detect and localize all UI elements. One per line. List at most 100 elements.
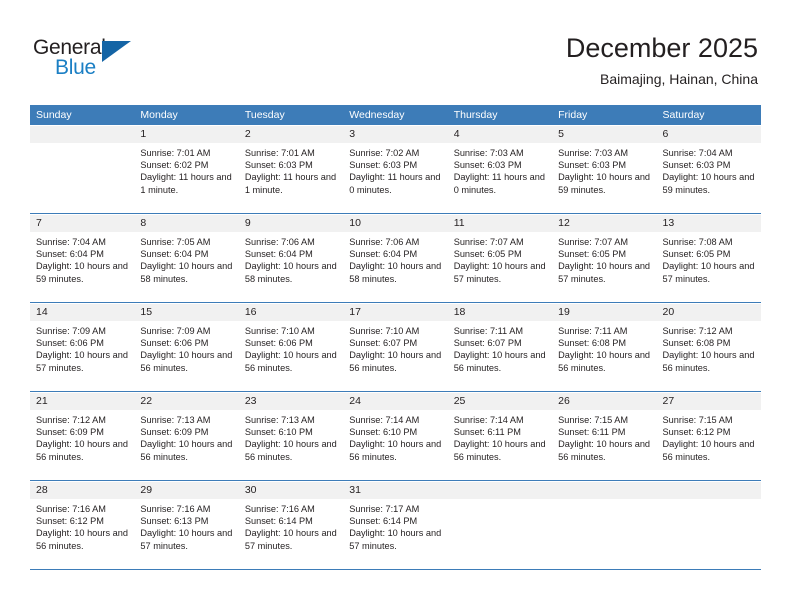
sunset-text: Sunset: 6:06 PM	[36, 338, 104, 349]
sunset-text: Sunset: 6:03 PM	[244, 160, 313, 171]
sunrise-text: Sunrise: 7:12 AM	[662, 326, 733, 336]
day-number: 9	[238, 215, 344, 232]
day-cell[interactable]: 6 Sunrise: 7:04 AM Sunset: 6:03 PM Daylight…	[656, 126, 761, 213]
day-cell[interactable]: 15 Sunrise: 7:09 AM Sunset: 6:06 PM Dayligh…	[134, 304, 239, 391]
day-cell[interactable]: 7 Sunrise: 7:04 AM Sunset: 6:04 PM Daylight…	[30, 215, 135, 302]
day-number: 26	[552, 393, 657, 410]
sunset-text: Sunset: 6:11 PM	[558, 427, 626, 438]
day-cell[interactable]: 25 Sunrise: 7:14 AM Sunset: 6:11 PM Dayligh…	[447, 393, 553, 480]
day-cell[interactable]: 4 Sunrise: 7:03 AM Sunset: 6:03 PM Daylight…	[447, 126, 553, 213]
daylight-text: Daylight: 10 hours and 56 minutes.	[140, 350, 233, 373]
sunrise-text: Sunrise: 7:11 AM	[558, 326, 628, 336]
day-details: Sunrise: 7:11 AM Sunset: 6:07 PM Daylight:…	[448, 321, 552, 374]
day-details: Sunrise: 7:16 AM Sunset: 6:12 PM Daylight:…	[30, 499, 134, 552]
day-cell[interactable]: 2 Sunrise: 7:01 AM Sunset: 6:03 PM Daylight…	[238, 126, 344, 213]
day-number: 28	[30, 482, 135, 499]
daylight-text: Daylight: 10 hours and 56 minutes.	[244, 439, 337, 462]
location-subtitle: Baimajing, Hainan, China	[600, 71, 758, 87]
day-cell-empty	[447, 482, 553, 569]
day-cell[interactable]: 19 Sunrise: 7:11 AM Sunset: 6:08 PM Dayligh…	[552, 304, 657, 391]
day-cell[interactable]: 23 Sunrise: 7:13 AM Sunset: 6:10 PM Dayligh…	[238, 393, 344, 480]
sunset-text: Sunset: 6:10 PM	[244, 427, 313, 438]
day-number: 3	[343, 126, 448, 143]
day-details: Sunrise: 7:01 AM Sunset: 6:03 PM Daylight:…	[239, 143, 343, 196]
calendar-weeks: 1 Sunrise: 7:01 AM Sunset: 6:02 PM Daylight…	[30, 125, 761, 570]
day-cell[interactable]: 26 Sunrise: 7:15 AM Sunset: 6:11 PM Dayligh…	[552, 393, 657, 480]
day-details: Sunrise: 7:13 AM Sunset: 6:10 PM Daylight:…	[239, 410, 343, 463]
daylight-text: Daylight: 10 hours and 57 minutes.	[558, 261, 651, 284]
day-cell-empty	[30, 126, 135, 213]
day-number: 17	[343, 304, 448, 321]
day-details: Sunrise: 7:03 AM Sunset: 6:03 PM Daylight:…	[448, 143, 552, 196]
day-number: 10	[343, 215, 448, 232]
daylight-text: Daylight: 10 hours and 56 minutes.	[140, 439, 233, 462]
day-number: 15	[134, 304, 239, 321]
daylight-text: Daylight: 11 hours and 1 minute.	[140, 172, 232, 195]
day-cell[interactable]: 13 Sunrise: 7:08 AM Sunset: 6:05 PM Dayligh…	[656, 215, 761, 302]
day-cell[interactable]: 9 Sunrise: 7:06 AM Sunset: 6:04 PM Daylight…	[238, 215, 344, 302]
sunrise-text: Sunrise: 7:13 AM	[244, 415, 315, 425]
day-cell[interactable]: 30 Sunrise: 7:16 AM Sunset: 6:14 PM Dayligh…	[238, 482, 344, 569]
day-details: Sunrise: 7:04 AM Sunset: 6:04 PM Daylight:…	[30, 232, 134, 285]
daylight-text: Daylight: 10 hours and 58 minutes.	[349, 261, 442, 284]
sunrise-text: Sunrise: 7:17 AM	[349, 504, 420, 514]
day-cell[interactable]: 5 Sunrise: 7:03 AM Sunset: 6:03 PM Daylight…	[552, 126, 657, 213]
sunset-text: Sunset: 6:06 PM	[140, 338, 209, 349]
day-cell[interactable]: 10 Sunrise: 7:06 AM Sunset: 6:04 PM Dayligh…	[343, 215, 448, 302]
sunset-text: Sunset: 6:14 PM	[244, 516, 313, 527]
sunrise-text: Sunrise: 7:12 AM	[36, 415, 106, 425]
day-details: Sunrise: 7:10 AM Sunset: 6:06 PM Daylight:…	[239, 321, 343, 374]
day-cell[interactable]: 11 Sunrise: 7:07 AM Sunset: 6:05 PM Dayligh…	[447, 215, 553, 302]
day-number: 25	[447, 393, 553, 410]
day-cell[interactable]: 12 Sunrise: 7:07 AM Sunset: 6:05 PM Dayligh…	[552, 215, 657, 302]
daylight-text: Daylight: 10 hours and 56 minutes.	[662, 439, 755, 462]
day-cell[interactable]: 29 Sunrise: 7:16 AM Sunset: 6:13 PM Dayligh…	[134, 482, 239, 569]
sunset-text: Sunset: 6:04 PM	[244, 249, 313, 260]
day-details: Sunrise: 7:07 AM Sunset: 6:05 PM Daylight:…	[448, 232, 552, 285]
generalblue-logo[interactable]: General Blue	[33, 36, 143, 82]
sunrise-text: Sunrise: 7:16 AM	[36, 504, 106, 514]
title-block: December 2025 Baimajing, Hainan, China	[566, 32, 758, 89]
day-number	[30, 126, 135, 143]
day-cell[interactable]: 17 Sunrise: 7:10 AM Sunset: 6:07 PM Dayligh…	[343, 304, 448, 391]
sunrise-text: Sunrise: 7:03 AM	[558, 148, 629, 158]
day-details: Sunrise: 7:16 AM Sunset: 6:14 PM Daylight:…	[239, 499, 343, 552]
daylight-text: Daylight: 10 hours and 57 minutes.	[349, 528, 442, 551]
day-cell[interactable]: 14 Sunrise: 7:09 AM Sunset: 6:06 PM Dayligh…	[30, 304, 135, 391]
weekday-header-monday: Monday	[140, 109, 178, 121]
sunset-text: Sunset: 6:09 PM	[36, 427, 104, 438]
day-number: 22	[134, 393, 239, 410]
day-cell[interactable]: 24 Sunrise: 7:14 AM Sunset: 6:10 PM Dayligh…	[343, 393, 448, 480]
sunset-text: Sunset: 6:13 PM	[140, 516, 209, 527]
sunset-text: Sunset: 6:07 PM	[453, 338, 522, 349]
daylight-text: Daylight: 10 hours and 59 minutes.	[662, 172, 755, 195]
day-number: 18	[447, 304, 553, 321]
day-details: Sunrise: 7:03 AM Sunset: 6:03 PM Daylight:…	[552, 143, 656, 196]
day-details: Sunrise: 7:01 AM Sunset: 6:02 PM Daylight:…	[134, 143, 238, 196]
day-details: Sunrise: 7:10 AM Sunset: 6:07 PM Daylight:…	[343, 321, 447, 374]
day-cell[interactable]: 1 Sunrise: 7:01 AM Sunset: 6:02 PM Daylight…	[134, 126, 239, 213]
day-cell[interactable]: 21 Sunrise: 7:12 AM Sunset: 6:09 PM Dayligh…	[30, 393, 135, 480]
sunset-text: Sunset: 6:04 PM	[140, 249, 209, 260]
weekday-header-friday: Friday	[558, 109, 588, 121]
sunrise-text: Sunrise: 7:07 AM	[453, 237, 524, 247]
day-number: 21	[30, 393, 135, 410]
sunset-text: Sunset: 6:05 PM	[453, 249, 522, 260]
day-cell[interactable]: 27 Sunrise: 7:15 AM Sunset: 6:12 PM Dayligh…	[656, 393, 761, 480]
day-cell[interactable]: 3 Sunrise: 7:02 AM Sunset: 6:03 PM Daylight…	[343, 126, 448, 213]
day-cell[interactable]: 22 Sunrise: 7:13 AM Sunset: 6:09 PM Dayligh…	[134, 393, 239, 480]
day-number: 27	[656, 393, 761, 410]
daylight-text: Daylight: 10 hours and 56 minutes.	[453, 350, 546, 373]
day-cell[interactable]: 20 Sunrise: 7:12 AM Sunset: 6:08 PM Dayligh…	[656, 304, 761, 391]
day-cell[interactable]: 8 Sunrise: 7:05 AM Sunset: 6:04 PM Daylight…	[134, 215, 239, 302]
day-cell[interactable]: 16 Sunrise: 7:10 AM Sunset: 6:06 PM Dayligh…	[238, 304, 344, 391]
day-cell[interactable]: 31 Sunrise: 7:17 AM Sunset: 6:14 PM Dayligh…	[343, 482, 448, 569]
day-cell[interactable]: 18 Sunrise: 7:11 AM Sunset: 6:07 PM Dayligh…	[447, 304, 553, 391]
daylight-text: Daylight: 10 hours and 56 minutes.	[349, 439, 442, 462]
day-number: 8	[134, 215, 239, 232]
day-cell[interactable]: 28 Sunrise: 7:16 AM Sunset: 6:12 PM Dayligh…	[30, 482, 135, 569]
day-number: 5	[552, 126, 657, 143]
daylight-text: Daylight: 10 hours and 58 minutes.	[140, 261, 233, 284]
page-title: December 2025	[565, 33, 758, 63]
weekday-header-wednesday: Wednesday	[349, 109, 405, 121]
